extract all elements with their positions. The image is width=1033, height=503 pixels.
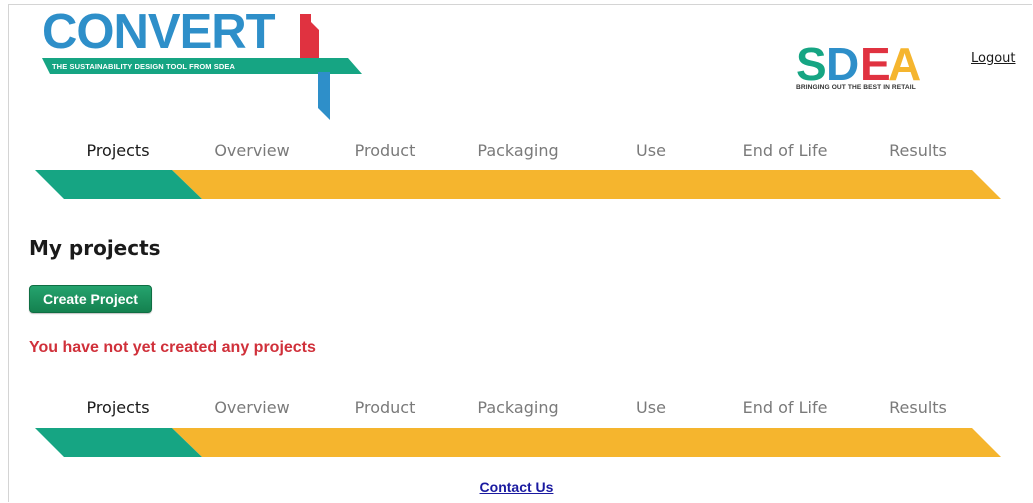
nav-item-projects[interactable]: Projects: [86, 141, 149, 160]
nav-progress-bar: [35, 428, 1001, 457]
logout-link[interactable]: Logout: [971, 51, 1016, 66]
progress-rest: [172, 428, 1001, 457]
svg-text:D: D: [826, 38, 859, 84]
nav-item-results[interactable]: Results: [889, 141, 947, 160]
create-project-button[interactable]: Create Project: [29, 285, 152, 313]
convert-logo-title: CONVERT: [42, 5, 276, 59]
svg-text:E: E: [860, 38, 891, 84]
top-nav: Projects Overview Product Packaging Use …: [0, 138, 1033, 202]
page-title: My projects: [29, 236, 161, 260]
convert-logo: CONVERT THE SUSTAINABILITY DESIGN TOOL F…: [0, 0, 380, 125]
svg-text:S: S: [796, 38, 827, 84]
nav-item-end-of-life[interactable]: End of Life: [743, 398, 828, 417]
nav-item-use[interactable]: Use: [636, 141, 666, 160]
empty-projects-message: You have not yet created any projects: [29, 339, 316, 356]
nav-item-overview[interactable]: Overview: [214, 398, 289, 417]
progress-rest: [172, 170, 1001, 199]
sdea-logo-letters: S D E A: [796, 38, 921, 84]
svg-text:A: A: [888, 38, 921, 84]
nav-item-results[interactable]: Results: [889, 398, 947, 417]
nav-item-projects[interactable]: Projects: [86, 398, 149, 417]
nav-item-product[interactable]: Product: [355, 141, 416, 160]
nav-item-product[interactable]: Product: [355, 398, 416, 417]
nav-item-end-of-life[interactable]: End of Life: [743, 141, 828, 160]
nav-progress-bar: [35, 170, 1001, 199]
convert-logo-tagline: THE SUSTAINABILITY DESIGN TOOL FROM SDEA: [52, 62, 236, 71]
sdea-tagline: BRINGING OUT THE BEST IN RETAIL: [796, 84, 916, 91]
nav-item-packaging[interactable]: Packaging: [477, 398, 558, 417]
nav-item-packaging[interactable]: Packaging: [477, 141, 558, 160]
nav-item-use[interactable]: Use: [636, 398, 666, 417]
bottom-nav: Projects Overview Product Packaging Use …: [0, 395, 1033, 459]
contact-us-link[interactable]: Contact Us: [0, 479, 1033, 495]
nav-item-overview[interactable]: Overview: [214, 141, 289, 160]
